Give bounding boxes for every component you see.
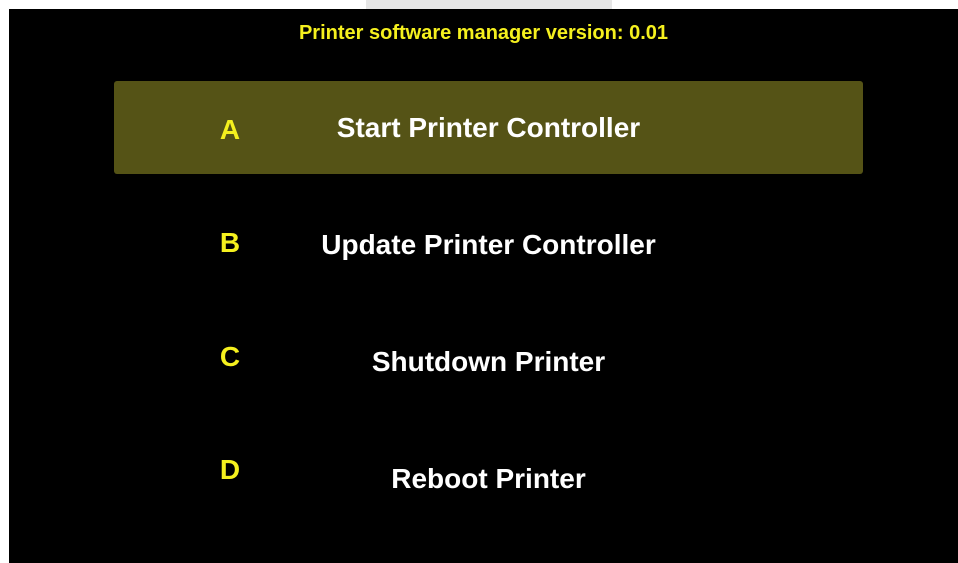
version-title: Printer software manager version: 0.01 (298, 22, 669, 44)
menu-item-start-printer-controller[interactable]: A Start Printer Controller (114, 81, 863, 174)
menu-label-start-printer-controller: Start Printer Controller (336, 112, 641, 143)
menu-label-reboot-printer: Reboot Printer (391, 463, 586, 494)
menu-label-shutdown-printer: Shutdown Printer (371, 346, 606, 377)
menu-item-reboot-printer[interactable]: D Reboot Printer (114, 432, 863, 525)
menu-item-shutdown-printer[interactable]: C Shutdown Printer (114, 315, 863, 408)
menu-label-update-printer-controller: Update Printer Controller (321, 229, 656, 260)
top-edge-tab (366, 0, 612, 9)
printer-manager-screen: Printer software manager version: 0.01 A… (9, 9, 958, 563)
menu-item-update-printer-controller[interactable]: B Update Printer Controller (114, 198, 863, 291)
